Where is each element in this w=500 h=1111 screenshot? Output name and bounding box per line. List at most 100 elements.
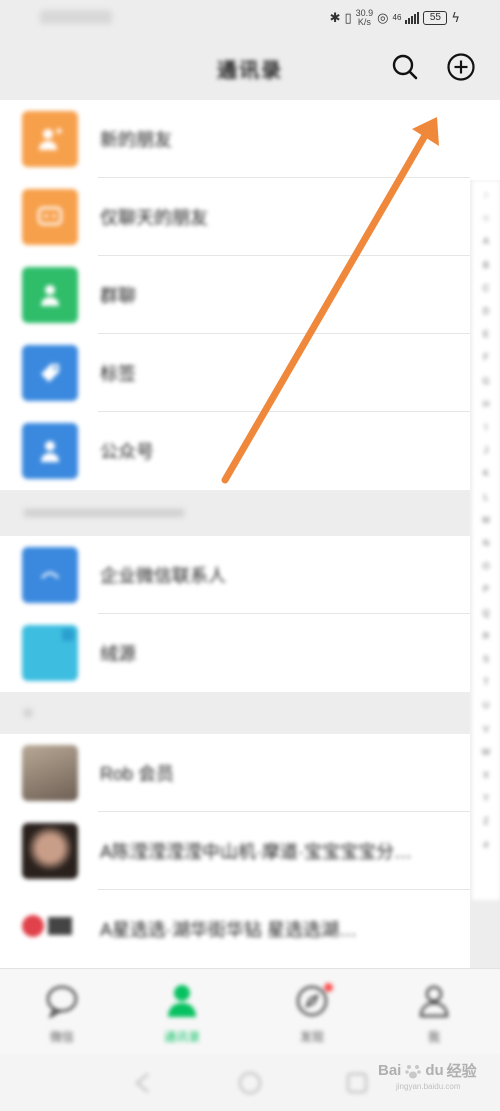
section-header-contacts [0,692,470,734]
discover-badge-dot [324,983,333,992]
enterprise-contacts-avatar [22,547,78,603]
net-speed: 30.9 K/s [356,9,374,27]
signal-icon [405,12,420,24]
index-letter[interactable]: V [483,718,489,741]
contact-row[interactable]: A陈滢滢滢滢中山机·摩道·宝宝宝宝分… [0,812,470,890]
entry-label: 仅聊天的朋友 [100,208,208,228]
index-letter[interactable]: A [483,230,489,253]
search-button[interactable] [390,52,420,82]
index-bar-top-spacer [470,100,500,180]
contact-row[interactable]: A星选选·湖华街华钻 星选选湖… [0,890,470,968]
index-letter[interactable]: ☆ [482,207,490,230]
add-button[interactable] [446,52,476,82]
contact-logo-mark [22,915,44,937]
group-icon [41,285,59,306]
index-letter[interactable]: O [482,555,489,578]
contact-logo-block [48,917,72,935]
entry-label: 企业微信联系人 [100,566,226,586]
chat-only-friends-avatar [22,189,78,245]
status-icons: ✱ ▯ 30.9 K/s ◎ 46 55 ϟ [330,8,460,28]
index-letter[interactable]: ↑ [484,184,489,207]
alphabet-index-bar[interactable]: ↑ ☆ A B C D E F G H I J K L M N O P Q R S T U V W X Y Z # [472,180,500,900]
index-letter[interactable]: P [483,578,489,601]
entry-official-accounts[interactable]: 公众号 [0,412,470,490]
home-icon [239,1072,261,1094]
index-letter[interactable]: K [483,462,489,485]
battery-indicator: 55 [423,11,448,25]
entry-tags[interactable]: 标签 [0,334,470,412]
index-letter[interactable]: S [483,648,489,671]
entry-label: 新的朋友 [100,130,172,150]
entry-new-friends[interactable]: 新的朋友 [0,100,470,178]
index-letter[interactable]: E [483,323,489,346]
tab-me[interactable]: 我 [394,981,474,1051]
entry-chat-only-friends[interactable]: 仅聊天的朋友 [0,178,470,256]
recents-icon [347,1073,367,1093]
new-friends-avatar [22,111,78,167]
person-icon [41,441,59,462]
index-letter[interactable]: J [484,439,489,462]
index-letter[interactable]: N [483,532,490,555]
contacts-icon [168,985,196,1017]
tab-contacts[interactable]: 通讯录 [142,981,222,1051]
status-time [40,10,112,24]
entry-label: 公众号 [100,442,154,462]
tab-label: 我 [427,1030,440,1044]
tab-discover[interactable]: 发现 [272,981,352,1051]
page-title: 通讯录 [217,60,283,82]
entry-group-chats[interactable]: 群聊 [0,256,470,334]
index-letter[interactable]: Q [482,602,489,625]
official-accounts-avatar [22,423,78,479]
tab-chats[interactable]: 微信 [22,981,102,1051]
contact-avatar [22,901,78,957]
net-speed-unit: K/s [357,17,371,27]
contact-name: A陈滢滢滢滢中山机·摩道·宝宝宝宝分… [100,842,412,862]
baidu-jingyan-watermark: Bai du 经验 jingyan.baidu.com [378,1060,477,1091]
index-letter[interactable]: H [483,393,490,416]
index-letter[interactable]: W [482,741,491,764]
watermark-brand: Bai [378,1062,402,1079]
enterprise-icon [41,571,59,579]
search-icon [392,54,418,80]
plus-circle-icon [447,53,475,81]
index-letter[interactable]: D [483,300,490,323]
chat-icon [37,206,63,226]
entry-enterprise-contacts[interactable]: 企业微信联系人 [0,536,470,614]
system-recents-button[interactable] [342,1068,372,1098]
bluetooth-icon: ✱ [329,10,341,26]
back-icon [135,1073,149,1093]
section-header-text [24,509,184,517]
contact-avatar [22,823,78,879]
tags-avatar [22,345,78,401]
index-letter[interactable]: X [483,764,489,787]
index-letter[interactable]: Z [483,810,489,833]
contact-row[interactable]: Rob 会员 [0,734,470,812]
system-home-button[interactable] [235,1068,265,1098]
index-letter[interactable]: G [482,370,489,393]
index-letter[interactable]: F [483,346,489,369]
system-back-button[interactable] [128,1068,158,1098]
index-letter[interactable]: U [483,694,490,717]
index-letter[interactable]: C [483,277,490,300]
index-letter[interactable]: T [483,671,489,694]
entry-label: 绒源 [100,644,136,664]
index-letter[interactable]: B [483,254,489,277]
index-letter[interactable]: Y [483,787,489,810]
status-bar: ✱ ▯ 30.9 K/s ◎ 46 55 ϟ [0,0,500,36]
nav-bar: 通讯录 [0,36,500,100]
watermark-subtext: jingyan.baidu.com [396,1082,461,1091]
index-letter[interactable]: R [483,625,490,648]
index-letter[interactable]: M [482,509,490,532]
charging-icon: ϟ [451,10,460,26]
watermark-brand-suffix: du [425,1062,444,1079]
index-letter[interactable]: # [483,834,488,857]
index-letter[interactable]: L [483,486,488,509]
index-letter[interactable]: I [485,416,488,439]
person-plus-icon [39,128,62,150]
entry-enterprise-org[interactable]: 绒源 [0,614,470,692]
hotspot-icon: ◎ [377,10,389,26]
section-header-text [24,709,32,717]
tab-label: 通讯录 [163,1030,200,1044]
bottom-tab-bar: 微信 通讯录 发现 我 [0,968,500,1054]
tab-label: 发现 [299,1030,324,1044]
